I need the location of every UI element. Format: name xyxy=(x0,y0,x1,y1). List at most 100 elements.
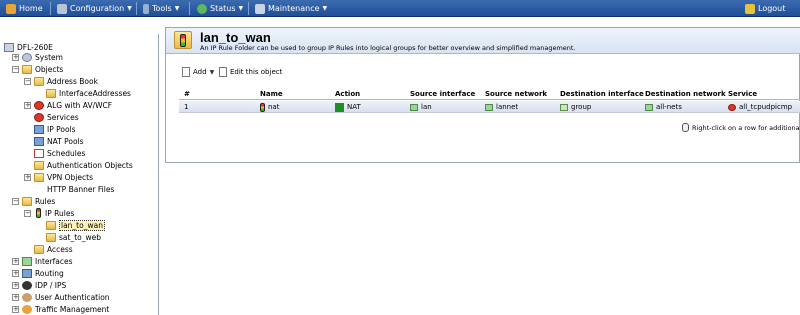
tree-item-ip-rules[interactable]: IP Rules xyxy=(36,207,74,219)
interfaces-icon xyxy=(22,256,32,266)
page-header: lan_to_wan An IP Rule Folder can be used… xyxy=(166,28,800,54)
home-menu[interactable]: Home xyxy=(6,0,43,17)
tree-item-idp-ips[interactable]: IDP / IPS xyxy=(22,279,66,291)
tree-item-label: ALG with AV/WCF xyxy=(47,100,113,110)
tree-item-label: HTTP Banner Files xyxy=(47,184,115,194)
status-icon xyxy=(197,3,207,14)
configuration-menu[interactable]: Configuration ▼ xyxy=(57,0,132,17)
expand-toggle[interactable]: + xyxy=(24,174,31,181)
tree-item-label: VPN Objects xyxy=(47,172,93,182)
chevron-down-icon: ▼ xyxy=(238,5,244,12)
ip-pool-icon xyxy=(34,124,44,134)
collapse-toggle[interactable]: − xyxy=(24,78,31,85)
tree-item-alg[interactable]: ALG with AV/WCF xyxy=(34,99,112,111)
lock-icon xyxy=(745,3,755,14)
col-source-interface-header[interactable]: Source interface xyxy=(410,90,475,98)
tree-item-label: Authentication Objects xyxy=(47,160,133,170)
col-num-header[interactable]: # xyxy=(184,90,190,98)
tree-item-routing[interactable]: Routing xyxy=(22,267,64,279)
tree-item-interfaces[interactable]: Interfaces xyxy=(22,255,73,267)
menu-divider xyxy=(189,2,190,15)
tree-item-label: IP Pools xyxy=(47,124,76,134)
tree-item-label: Schedules xyxy=(47,148,86,158)
alg-icon xyxy=(34,100,44,110)
home-icon xyxy=(6,3,16,14)
expand-toggle[interactable]: + xyxy=(12,258,19,265)
col-destination-network-header[interactable]: Destination network xyxy=(645,90,726,98)
traffic-light-icon xyxy=(36,208,41,218)
tree-item-label-selected: lan_to_wan xyxy=(59,219,105,231)
col-service-header[interactable]: Service xyxy=(728,90,757,98)
tree-item-nat-pools[interactable]: NAT Pools xyxy=(34,135,84,147)
status-menu[interactable]: Status ▼ xyxy=(197,0,243,17)
page-title: lan_to_wan xyxy=(200,30,271,45)
tree-item-label: Routing xyxy=(35,268,64,278)
edit-label: Edit this object xyxy=(230,68,283,76)
menu-divider xyxy=(136,2,137,15)
services-icon xyxy=(34,112,44,122)
tree-item-interface-addresses[interactable]: InterfaceAddresses xyxy=(46,87,131,99)
row-destination-interface: group xyxy=(571,103,592,111)
folder-icon xyxy=(22,64,32,74)
row-destination-network: all-nets xyxy=(656,103,682,111)
tree-item-address-book[interactable]: Address Book xyxy=(34,75,98,87)
tree-item-objects[interactable]: Objects xyxy=(22,63,63,75)
add-button[interactable]: Add ▼ xyxy=(182,65,214,79)
row-name: nat xyxy=(268,103,280,111)
logout-label: Logout xyxy=(758,4,786,13)
configuration-label: Configuration xyxy=(70,4,125,13)
expand-toggle[interactable]: + xyxy=(12,306,19,313)
expand-toggle[interactable]: + xyxy=(12,294,19,301)
collapse-toggle[interactable]: − xyxy=(24,210,31,217)
tree-item-ip-pools[interactable]: IP Pools xyxy=(34,123,76,135)
tree-item-services[interactable]: Services xyxy=(34,111,79,123)
main-panel: lan_to_wan An IP Rule Folder can be used… xyxy=(165,27,800,163)
table-row[interactable]: 1 nat NAT lan lannet group all-nets all_… xyxy=(179,101,800,113)
add-label: Add xyxy=(193,68,207,76)
col-source-network-header[interactable]: Source network xyxy=(485,90,547,98)
routing-icon xyxy=(22,268,32,278)
expand-toggle[interactable]: + xyxy=(24,102,31,109)
expand-toggle[interactable]: + xyxy=(12,54,19,61)
expand-toggle[interactable]: + xyxy=(12,282,19,289)
row-destination-network-cell: all-nets xyxy=(645,102,682,112)
tree-item-vpn-objects[interactable]: VPN Objects xyxy=(34,171,93,183)
folder-icon xyxy=(34,172,44,182)
tree-item-http-banner-files[interactable]: HTTP Banner Files xyxy=(34,183,114,195)
tree-item-schedules[interactable]: Schedules xyxy=(34,147,85,159)
tree-item-traffic-management[interactable]: Traffic Management xyxy=(22,303,109,315)
col-name-header[interactable]: Name xyxy=(260,90,283,98)
folder-icon xyxy=(34,76,44,86)
tree-item-label: sat_to_web xyxy=(59,232,101,242)
tools-label: Tools xyxy=(152,4,172,13)
tree-item-rules[interactable]: Rules xyxy=(22,195,55,207)
nat-icon xyxy=(335,102,344,112)
tree-item-user-authentication[interactable]: User Authentication xyxy=(22,291,110,303)
expand-toggle[interactable]: + xyxy=(12,270,19,277)
folder-icon xyxy=(46,220,56,230)
col-action-header[interactable]: Action xyxy=(335,90,360,98)
tree-item-access[interactable]: Access xyxy=(34,243,73,255)
row-source-interface: lan xyxy=(421,103,432,111)
maintenance-menu[interactable]: Maintenance ▼ xyxy=(255,0,327,17)
menu-divider xyxy=(50,2,51,15)
toolbar: Add ▼ Edit this object xyxy=(166,65,800,79)
status-label: Status xyxy=(210,4,236,13)
collapse-toggle[interactable]: − xyxy=(12,66,19,73)
edit-object-button[interactable]: Edit this object xyxy=(219,65,282,79)
row-destination-interface-cell: group xyxy=(560,102,591,112)
tree-item-label: Traffic Management xyxy=(35,304,110,314)
tree-item-lan-to-wan[interactable]: lan_to_wan xyxy=(46,219,105,231)
network-icon xyxy=(645,103,653,111)
col-destination-interface-header[interactable]: Destination interface xyxy=(560,90,644,98)
tree-item-authentication-objects[interactable]: Authentication Objects xyxy=(34,159,133,171)
tree-item-sat-to-web[interactable]: sat_to_web xyxy=(46,231,101,243)
tools-menu[interactable]: Tools ▼ xyxy=(143,0,179,17)
tree-item-system[interactable]: System xyxy=(22,51,63,63)
chevron-down-icon: ▼ xyxy=(209,68,215,76)
logout-button[interactable]: Logout xyxy=(745,0,785,17)
page-subtitle: An IP Rule Folder can be used to group I… xyxy=(200,44,576,52)
interface-icon xyxy=(410,103,418,111)
collapse-toggle[interactable]: − xyxy=(12,198,19,205)
top-menubar: Home Configuration ▼ Tools ▼ Status ▼ Maint… xyxy=(0,0,800,17)
